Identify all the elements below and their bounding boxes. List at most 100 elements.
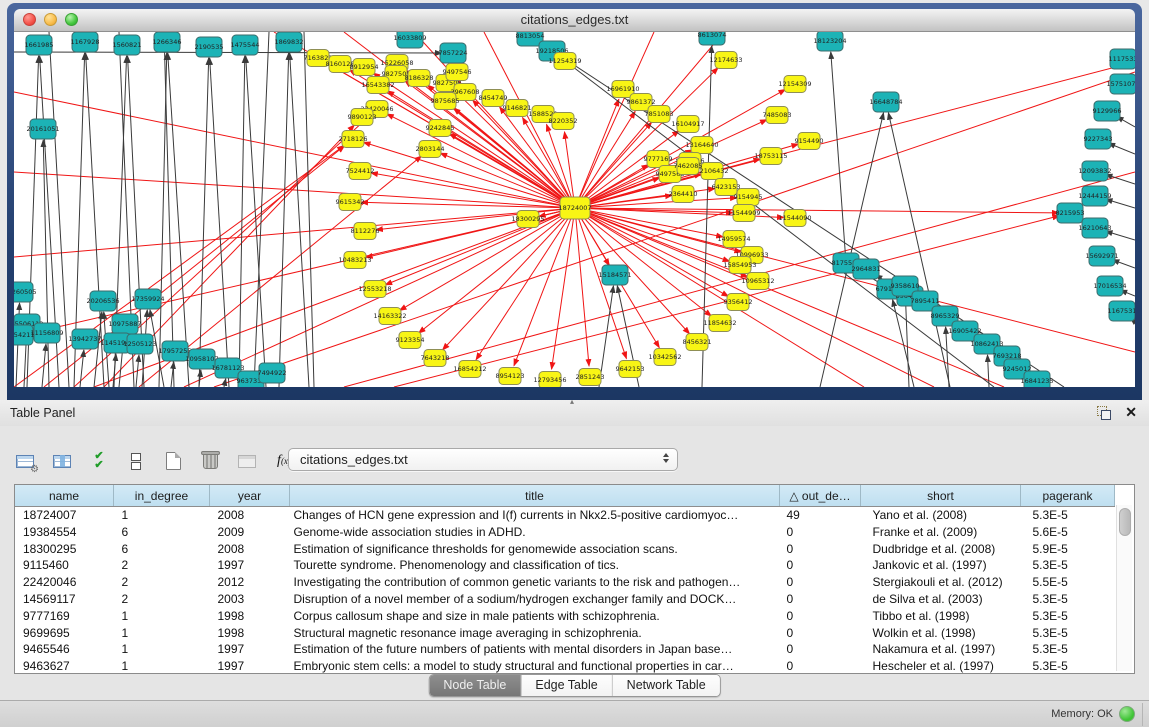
graph-node-label: 7643218 [421, 354, 450, 362]
table-row[interactable]: 1938455462009Genome-wide association stu… [15, 524, 1115, 541]
table-cell: 5.3E-5 [1021, 591, 1115, 608]
graph-node-label: 9154945 [734, 193, 763, 201]
graph-node-label: 2964831 [852, 265, 881, 273]
close-button[interactable] [23, 13, 36, 26]
split-divider-handle[interactable]: ▴ [570, 397, 574, 406]
graph-node-label: 16648784 [869, 98, 902, 106]
table-cell: 1 [114, 608, 210, 625]
disabled-table-icon [238, 455, 256, 468]
graph-node-label: 1167531 [1108, 307, 1135, 315]
column-header-name[interactable]: name [15, 485, 114, 507]
graph-node-label: 18123204 [813, 37, 846, 45]
graph-node-label: 13942737 [68, 335, 101, 343]
graph-node-label: 1869832 [275, 38, 304, 46]
create-column-button[interactable] [162, 450, 184, 472]
table-row[interactable]: 977716911998Corpus callosum shape and si… [15, 608, 1115, 625]
row-mode-button[interactable] [125, 450, 147, 472]
citation-edge-red [443, 208, 575, 350]
table-row[interactable]: 2242004622012Investigating the contribut… [15, 574, 1115, 591]
graph-node-label: 9358610 [891, 282, 920, 290]
graph-node-label: 20206536 [86, 297, 119, 305]
table-cell: 49 [780, 507, 861, 524]
citation-edge-black [168, 53, 189, 387]
table-cell: 2 [114, 591, 210, 608]
zoom-button[interactable] [65, 13, 78, 26]
citation-edge-red [14, 92, 575, 208]
table-row[interactable]: 946554611997Estimation of the future num… [15, 641, 1115, 658]
table-cell: 5.5E-5 [1021, 574, 1115, 591]
column-header-title[interactable]: title [290, 485, 780, 507]
network-window-titlebar[interactable]: citations_edges.txt [14, 9, 1135, 32]
memory-status-icon[interactable] [1119, 706, 1135, 722]
table-cell: Corpus callosum shape and size in male p… [290, 608, 780, 625]
graph-node-label: 12444159 [1078, 192, 1111, 200]
column-header-pagerank[interactable]: pagerank [1021, 485, 1115, 507]
stacked-rows-icon [131, 452, 141, 471]
table-row[interactable]: 911546021997Tourette syndrome. Phenomeno… [15, 557, 1115, 574]
column-highlight-icon [60, 455, 65, 467]
sort-ascending-icon: △ [789, 489, 802, 503]
graph-node-label: 7494922 [258, 369, 287, 377]
table-cell: 5.3E-5 [1021, 658, 1115, 674]
table-cell: 5.6E-5 [1021, 524, 1115, 541]
table-cell: Jankovic et al. (1997) [861, 557, 1021, 574]
tab-node-table[interactable]: Node Table [429, 675, 520, 696]
table-row[interactable]: 1456911722003Disruption of a novel membe… [15, 591, 1115, 608]
graph-node-label: 16781123 [211, 364, 244, 372]
table-cell: Wolkin et al. (1998) [861, 625, 1021, 642]
delete-columns-button[interactable] [199, 450, 221, 472]
graph-node-label: 16210643 [1078, 224, 1111, 232]
tab-edge-table[interactable]: Edge Table [520, 675, 611, 696]
citation-edge-black [888, 113, 950, 387]
graph-node-label: 1266346 [153, 38, 182, 46]
column-header-in_degree[interactable]: in_degree [114, 485, 210, 507]
citation-edge-black [831, 52, 846, 263]
graph-node-label: 15692971 [1085, 252, 1118, 260]
float-panel-icon[interactable] [1097, 406, 1111, 420]
graph-node-label: 9154490 [795, 137, 824, 145]
graph-node-label: 7857224 [439, 49, 468, 57]
graph-node-label: 8965329 [931, 312, 960, 320]
citation-edge-black [164, 32, 174, 387]
graph-node-label: 11544909 [727, 209, 760, 217]
citation-edge-red [361, 202, 575, 208]
graph-node-label: 12093832 [1078, 167, 1111, 175]
graph-node-label: 26260505 [14, 288, 37, 296]
graph-node-label: 8220352 [549, 117, 578, 125]
column-header-year[interactable]: year [210, 485, 290, 507]
graph-node-label: 8215953 [1056, 209, 1085, 217]
table-row[interactable]: 969969511998Structural magnetic resonanc… [15, 625, 1115, 642]
column-header-out_de[interactable]: △ out_de… [780, 485, 861, 507]
table-cell: 1998 [210, 608, 290, 625]
select-columns-button[interactable]: ✔✔ [88, 450, 110, 472]
table-row[interactable]: 946362711997Embryonic stem cells: a mode… [15, 658, 1115, 674]
graph-node-label: 1661985 [25, 41, 54, 49]
graph-node-label: 1117533 [1109, 55, 1135, 63]
table-cell: Changes of HCN gene expression and I(f) … [290, 507, 780, 524]
graph-node-label: 10342562 [648, 353, 681, 361]
graph-node-label: 2803144 [416, 145, 445, 153]
table-row[interactable]: 1872400712008Changes of HCN gene express… [15, 507, 1115, 524]
table-cell: Franke et al. (2009) [861, 524, 1021, 541]
column-header-short[interactable]: short [861, 485, 1021, 507]
table-cell: 0 [780, 591, 861, 608]
graph-node-label: 2364410 [669, 190, 698, 198]
citation-edge-black [43, 140, 49, 387]
table-cell: Disruption of a novel member of a sodium… [290, 591, 780, 608]
scrollbar-thumb[interactable] [1119, 508, 1131, 536]
table-row[interactable]: 1830029562008Estimation of significance … [15, 541, 1115, 558]
table-selector-combobox[interactable]: citations_edges.txt [288, 448, 678, 471]
graph-node-label: 12174633 [709, 56, 742, 64]
graph-node-label: 8186328 [405, 74, 434, 82]
vertical-scrollbar[interactable] [1116, 505, 1132, 671]
graph-node-label: 9129966 [1093, 107, 1122, 115]
minimize-button[interactable] [44, 13, 57, 26]
delete-table-button[interactable] [236, 450, 258, 472]
table-options-button[interactable]: ⚙ [14, 450, 36, 472]
graph-node-label: 16961910 [606, 85, 639, 93]
show-columns-button[interactable] [51, 450, 73, 472]
citation-edge-red [575, 208, 1135, 352]
network-canvas[interactable]: 1872400716619851167928156082112663462190… [14, 32, 1135, 387]
close-panel-icon[interactable]: ✕ [1125, 404, 1137, 421]
tab-network-table[interactable]: Network Table [612, 675, 720, 696]
